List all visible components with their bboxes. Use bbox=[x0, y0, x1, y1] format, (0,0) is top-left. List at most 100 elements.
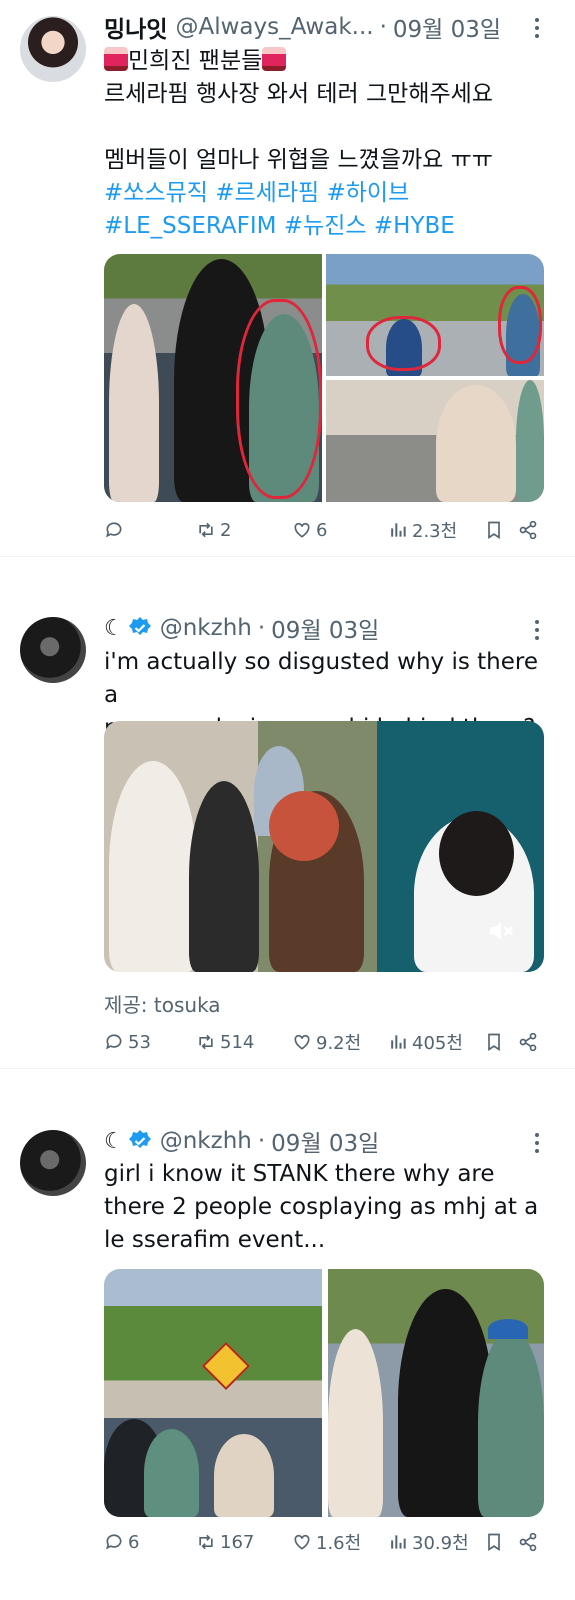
more-icon[interactable] bbox=[527, 1131, 547, 1155]
reply-count: 6 bbox=[128, 1531, 140, 1553]
reply-icon bbox=[106, 1034, 122, 1050]
user-handle[interactable]: @nkzhh bbox=[160, 615, 252, 641]
views-icon bbox=[391, 523, 406, 537]
verified-badge-icon bbox=[128, 1130, 151, 1148]
tweet-header: ☾ @nkzhh · 09월 03일 bbox=[104, 611, 535, 645]
tweet-3[interactable]: ☾ @nkzhh · 09월 03일 girl i know it STANK … bbox=[0, 1069, 575, 1600]
tweet-2[interactable]: ☾ @nkzhh · 09월 03일 i'm actually so disgu… bbox=[0, 557, 575, 1067]
retweet-button[interactable]: 514 bbox=[196, 1032, 254, 1053]
reply-button[interactable] bbox=[104, 520, 128, 540]
views-count: 30.9천 bbox=[412, 1533, 469, 1554]
verified-badge-icon bbox=[128, 617, 151, 635]
like-icon bbox=[294, 1034, 310, 1050]
tweet-date[interactable]: 09월 03일 bbox=[271, 1124, 379, 1158]
retweet-count: 514 bbox=[220, 1031, 255, 1053]
display-name[interactable]: ☾ bbox=[104, 616, 124, 641]
media-caption[interactable]: 제공: tosuka bbox=[104, 989, 221, 1018]
more-icon[interactable] bbox=[527, 16, 547, 40]
media-photo[interactable] bbox=[104, 254, 322, 502]
hashtag-link[interactable]: #LE_SSERAFIM bbox=[104, 213, 277, 239]
views-icon bbox=[391, 1035, 406, 1049]
avatar[interactable] bbox=[20, 617, 86, 683]
text-line: there 2 people cosplaying as mhj at a bbox=[104, 1194, 539, 1220]
retweet-button[interactable]: 2 bbox=[196, 520, 231, 541]
views-count: 2.3천 bbox=[412, 521, 458, 542]
separator-dot: · bbox=[257, 615, 266, 641]
reply-count: 53 bbox=[128, 1031, 151, 1053]
tweet-header: ☾ @nkzhh · 09월 03일 bbox=[104, 1124, 535, 1158]
media-grid[interactable] bbox=[104, 1269, 544, 1517]
share-button[interactable] bbox=[518, 1032, 538, 1052]
share-icon bbox=[519, 1032, 537, 1052]
retweet-icon bbox=[199, 1034, 213, 1050]
like-count: 6 bbox=[316, 519, 328, 541]
views-button[interactable]: 2.3천 bbox=[388, 517, 457, 543]
hashtag-link[interactable]: #르세라핌 bbox=[215, 180, 319, 206]
display-name[interactable]: ☾ bbox=[104, 1129, 124, 1154]
views-button[interactable]: 405천 bbox=[388, 1029, 463, 1055]
hashtag-link[interactable]: #쏘스뮤직 bbox=[104, 180, 208, 206]
red-circle-mark bbox=[498, 286, 542, 364]
text-line: le sserafim event... bbox=[104, 1227, 326, 1253]
action-bar: 6 167 1.6천 30.9천 bbox=[104, 1527, 544, 1557]
like-button[interactable]: 9.2천 bbox=[292, 1029, 361, 1055]
hashtag-link[interactable]: #뉴진스 bbox=[284, 213, 367, 239]
tweet-1[interactable]: 밍나잇 @Always_Awak... · 09월 03일 민희진 팬분들 르세… bbox=[0, 0, 575, 555]
avatar[interactable] bbox=[20, 1130, 86, 1196]
like-icon bbox=[294, 522, 310, 538]
red-circle-mark bbox=[236, 299, 322, 499]
reply-button[interactable]: 6 bbox=[104, 1532, 139, 1553]
media-grid[interactable] bbox=[104, 254, 544, 502]
reply-button[interactable]: 53 bbox=[104, 1032, 151, 1053]
share-icon bbox=[519, 1532, 537, 1552]
separator-dot: · bbox=[257, 1128, 266, 1154]
mute-icon[interactable] bbox=[486, 916, 516, 946]
share-icon bbox=[519, 520, 537, 540]
retweet-count: 167 bbox=[220, 1531, 255, 1553]
more-icon[interactable] bbox=[527, 618, 547, 642]
retweet-icon bbox=[199, 522, 213, 538]
bookmark-button[interactable] bbox=[484, 1532, 504, 1552]
text-line: 멤버들이 얼마나 위협을 느꼈을까요 ㅠㅠ bbox=[104, 147, 493, 173]
like-button[interactable]: 6 bbox=[292, 520, 327, 541]
hashtag-link[interactable]: #하이브 bbox=[326, 180, 409, 206]
share-button[interactable] bbox=[518, 1532, 538, 1552]
tweet-text: girl i know it STANK there why are there… bbox=[104, 1158, 555, 1257]
bookmark-icon bbox=[488, 521, 500, 540]
text-line: girl i know it STANK there why are bbox=[104, 1161, 495, 1187]
media-video[interactable] bbox=[104, 721, 544, 972]
tweet-header: 밍나잇 @Always_Awak... · 09월 03일 bbox=[104, 10, 535, 44]
retweet-count: 2 bbox=[220, 519, 232, 541]
action-bar: 2 6 2.3천 bbox=[104, 515, 544, 545]
avatar[interactable] bbox=[20, 16, 86, 82]
bookmark-icon bbox=[488, 1533, 500, 1552]
hashtag-link[interactable]: #HYBE bbox=[374, 213, 455, 239]
tweet-date[interactable]: 09월 03일 bbox=[393, 10, 501, 44]
share-button[interactable] bbox=[518, 520, 538, 540]
siren-emoji bbox=[104, 47, 128, 71]
like-count: 9.2천 bbox=[316, 1033, 362, 1054]
text-line: 민희진 팬분들 bbox=[128, 48, 263, 74]
user-handle[interactable]: @nkzhh bbox=[160, 1128, 252, 1154]
bookmark-button[interactable] bbox=[484, 520, 504, 540]
like-button[interactable]: 1.6천 bbox=[292, 1529, 361, 1555]
text-line: 르세라핌 행사장 와서 테러 그만해주세요 bbox=[104, 81, 493, 107]
views-button[interactable]: 30.9천 bbox=[388, 1529, 469, 1555]
media-photo[interactable] bbox=[328, 1269, 544, 1517]
media-photo[interactable] bbox=[326, 380, 544, 502]
views-count: 405천 bbox=[412, 1033, 463, 1054]
bookmark-icon bbox=[488, 1033, 500, 1052]
action-bar: 53 514 9.2천 405천 bbox=[104, 1027, 544, 1057]
views-icon bbox=[391, 1535, 406, 1549]
user-handle[interactable]: @Always_Awak... bbox=[175, 14, 373, 40]
separator-dot: · bbox=[379, 14, 387, 40]
text-line bbox=[104, 111, 555, 144]
media-photo[interactable] bbox=[104, 1269, 322, 1517]
display-name[interactable]: 밍나잇 bbox=[104, 10, 167, 44]
red-circle-mark bbox=[366, 316, 441, 371]
bookmark-button[interactable] bbox=[484, 1032, 504, 1052]
tweet-text: 민희진 팬분들 르세라핌 행사장 와서 테러 그만해주세요 멤버들이 얼마나 위… bbox=[104, 45, 555, 243]
retweet-button[interactable]: 167 bbox=[196, 1532, 254, 1553]
tweet-date[interactable]: 09월 03일 bbox=[271, 611, 379, 645]
media-photo[interactable] bbox=[326, 254, 544, 376]
